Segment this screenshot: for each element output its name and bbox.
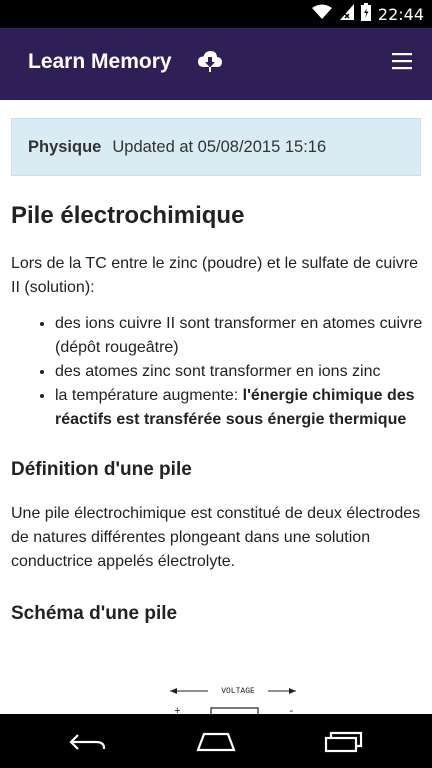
hamburger-menu-icon[interactable]: [392, 52, 412, 70]
home-icon[interactable]: [194, 728, 238, 756]
battery-icon: [360, 2, 371, 26]
list-item: des ions cuivre II sont transformer en a…: [55, 312, 425, 360]
app-title: Learn Memory: [28, 50, 172, 73]
navigation-bar: [0, 714, 432, 768]
article: Pile électrochimique Lors de la TC entre…: [11, 196, 425, 628]
status-bar: 22:44: [0, 0, 432, 28]
list-item: la température augmente: l'énergie chimi…: [55, 384, 425, 432]
section-title-definition: Définition d'une pile: [11, 459, 192, 480]
status-icons: 22:44: [311, 2, 424, 26]
section-title-schema: Schéma d'une pile: [11, 603, 178, 624]
diagram-voltage-label: VOLTAGE: [221, 687, 255, 696]
signal-icon: [339, 3, 354, 25]
definition-paragraph: Une pile électrochimique est constitué d…: [11, 505, 421, 570]
diagram-plus-label: +: [174, 706, 181, 714]
updated-timestamp: Updated at 05/08/2015 15:16: [112, 137, 327, 156]
app-bar: Learn Memory: [0, 28, 432, 100]
category-header: Physique Updated at 05/08/2015 15:16: [11, 118, 421, 176]
status-time: 22:44: [377, 4, 424, 24]
bullet-list: des ions cuivre II sont transformer en a…: [11, 312, 425, 432]
wifi-icon: [311, 4, 333, 25]
recents-icon[interactable]: [322, 728, 366, 756]
intro-paragraph: Lors de la TC entre le zinc (poudre) et …: [11, 255, 419, 296]
cloud-download-icon[interactable]: [197, 48, 223, 74]
article-title: Pile électrochimique: [11, 202, 245, 229]
diagram-minus-label: -: [288, 706, 295, 714]
list-item-text: la température augmente:: [55, 387, 243, 404]
list-item: des atomes zinc sont transformer en ions…: [55, 360, 425, 384]
content-area[interactable]: Physique Updated at 05/08/2015 15:16 Pil…: [0, 100, 432, 714]
back-icon[interactable]: [66, 728, 110, 756]
category-name: Physique: [28, 137, 102, 156]
battery-diagram: VOLTAGE + -: [170, 687, 296, 714]
